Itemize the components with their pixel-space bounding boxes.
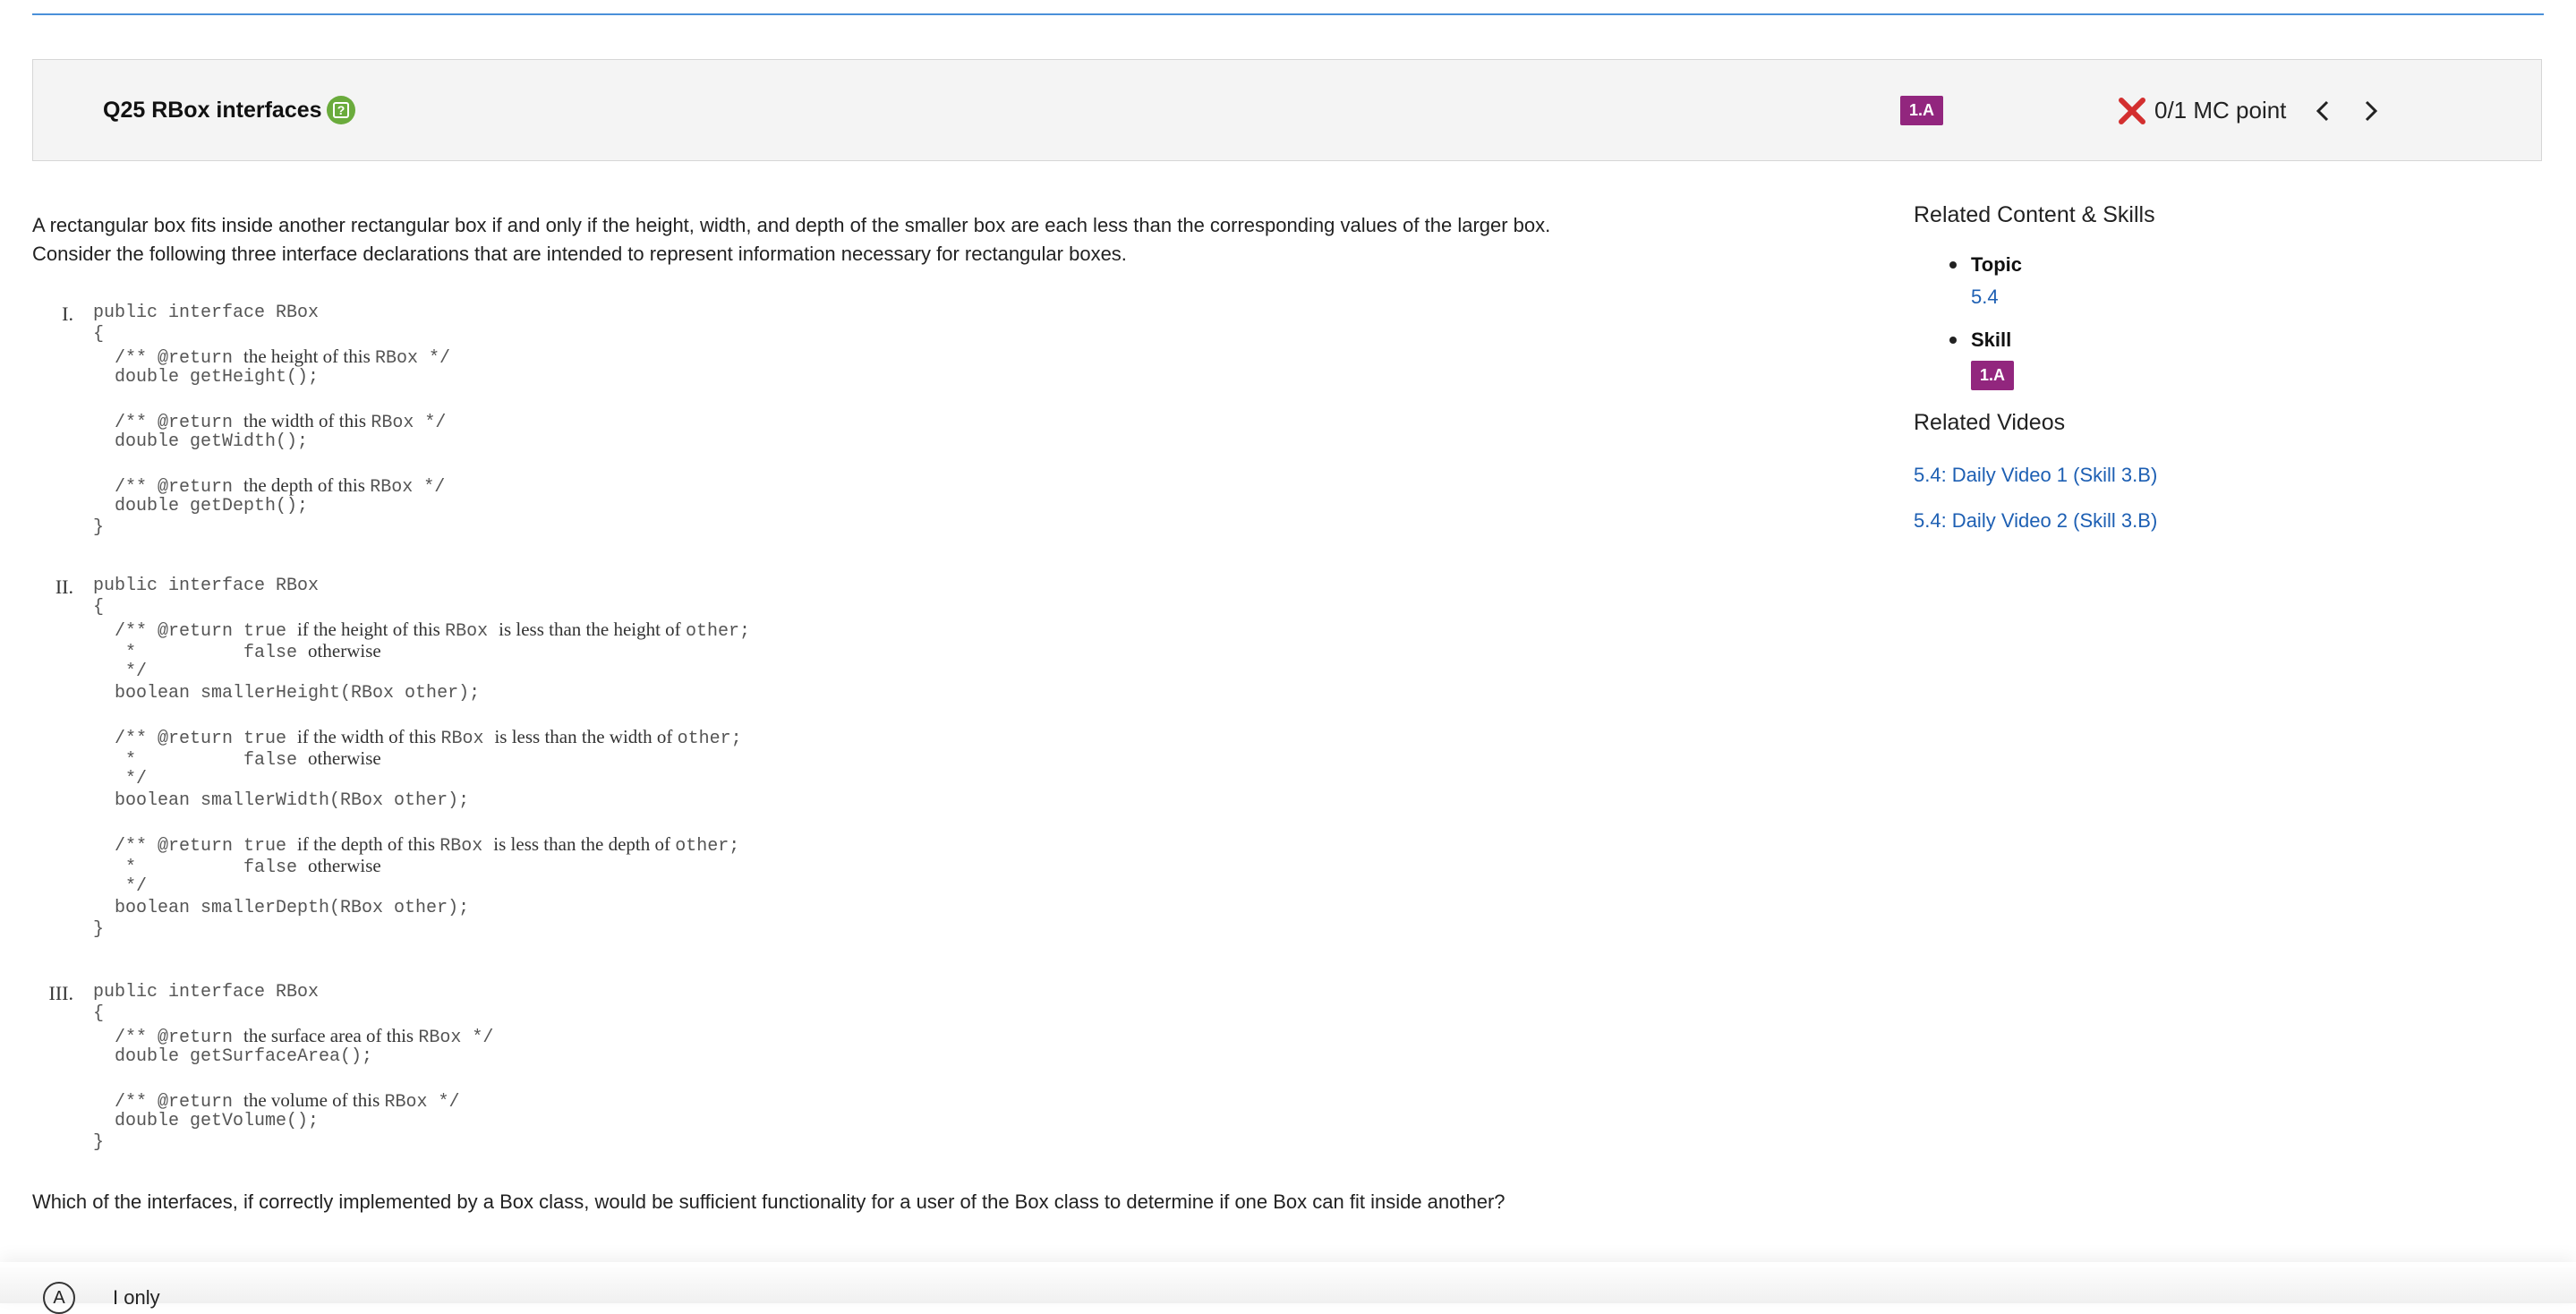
- prompt-line: A rectangular box fits inside another re…: [32, 214, 1551, 236]
- code-line: public interface RBox: [93, 576, 320, 596]
- related-videos-heading: Related Videos: [1914, 410, 2066, 435]
- code-line: /** @return the width of this RBox */: [93, 410, 447, 433]
- roman-numeral: I.: [62, 303, 73, 325]
- code-line: /** @return the depth of this RBox */: [93, 474, 446, 498]
- code-line: boolean smallerWidth(RBox other);: [93, 790, 470, 811]
- points-score: 0/1 MC point: [2154, 97, 2287, 124]
- code-line: */: [93, 769, 148, 789]
- related-content-heading: Related Content & Skills: [1914, 202, 2155, 227]
- code-block: public interface RBox { /** @return true…: [93, 576, 750, 941]
- code-line: */: [93, 661, 148, 682]
- code-line: /** @return true if the width of this RB…: [93, 726, 742, 749]
- incorrect-x-icon: [2119, 98, 2145, 124]
- code-line: }: [93, 919, 105, 940]
- code-line: {: [93, 324, 105, 345]
- code-line: /** @return the surface area of this RBo…: [93, 1025, 494, 1048]
- code-line: boolean smallerDepth(RBox other);: [93, 898, 470, 918]
- help-icon[interactable]: ?: [327, 96, 355, 124]
- video-link[interactable]: 5.4: Daily Video 1 (Skill 3.B): [1914, 464, 2157, 487]
- code-line: /** @return true if the height of this R…: [93, 619, 750, 642]
- roman-numeral: II.: [55, 576, 73, 598]
- code-line: {: [93, 597, 105, 618]
- code-line: /** @return true if the depth of this RB…: [93, 833, 740, 857]
- code-line: }: [93, 517, 105, 538]
- code-line: /** @return the volume of this RBox */: [93, 1089, 460, 1113]
- question-text: Which of the interfaces, if correctly im…: [32, 1190, 1506, 1213]
- option-a-label[interactable]: I only: [113, 1286, 160, 1310]
- prompt-line: Consider the following three interface d…: [32, 243, 1127, 265]
- question-title: Q25 RBox interfaces: [103, 98, 322, 123]
- code-line: */: [93, 876, 148, 897]
- code-line: }: [93, 1132, 105, 1153]
- question-header: Q25 RBox interfaces ? 1.A 0/1 MC point: [32, 59, 2542, 161]
- code-line: double getSurfaceArea();: [93, 1046, 373, 1067]
- top-divider: [32, 13, 2544, 15]
- code-line: boolean smallerHeight(RBox other);: [93, 683, 481, 704]
- skill-badge: 1.A: [1900, 96, 1944, 125]
- code-line: public interface RBox: [93, 982, 320, 1003]
- code-line: double getWidth();: [93, 431, 309, 452]
- code-block: public interface RBox { /** @return the …: [93, 982, 493, 1154]
- code-line: /** @return the height of this RBox */: [93, 346, 451, 369]
- answer-area: [0, 1262, 2576, 1303]
- code-line: {: [93, 1003, 105, 1024]
- code-line: * false otherwise: [93, 640, 381, 663]
- chevron-right-icon[interactable]: [2357, 98, 2384, 124]
- chevron-left-icon[interactable]: [2310, 98, 2337, 124]
- code-line: * false otherwise: [93, 855, 381, 878]
- video-link[interactable]: 5.4: Daily Video 2 (Skill 3.B): [1914, 509, 2157, 533]
- option-a-radio[interactable]: A: [43, 1282, 75, 1314]
- skill-badge[interactable]: 1.A: [1971, 361, 2015, 390]
- code-line: double getHeight();: [93, 367, 320, 388]
- code-line: * false otherwise: [93, 747, 381, 771]
- topic-label: Topic: [1971, 253, 2023, 276]
- list-bullet: [1949, 337, 1957, 344]
- skill-label: Skill: [1971, 328, 2012, 351]
- topic-link[interactable]: 5.4: [1971, 286, 1999, 309]
- code-block: public interface RBox { /** @return the …: [93, 303, 450, 539]
- roman-numeral: III.: [48, 982, 73, 1004]
- code-line: double getVolume();: [93, 1111, 320, 1131]
- list-bullet: [1949, 261, 1957, 269]
- code-line: double getDepth();: [93, 496, 309, 516]
- code-line: public interface RBox: [93, 303, 320, 323]
- question-prompt: A rectangular box fits inside another re…: [32, 211, 1822, 269]
